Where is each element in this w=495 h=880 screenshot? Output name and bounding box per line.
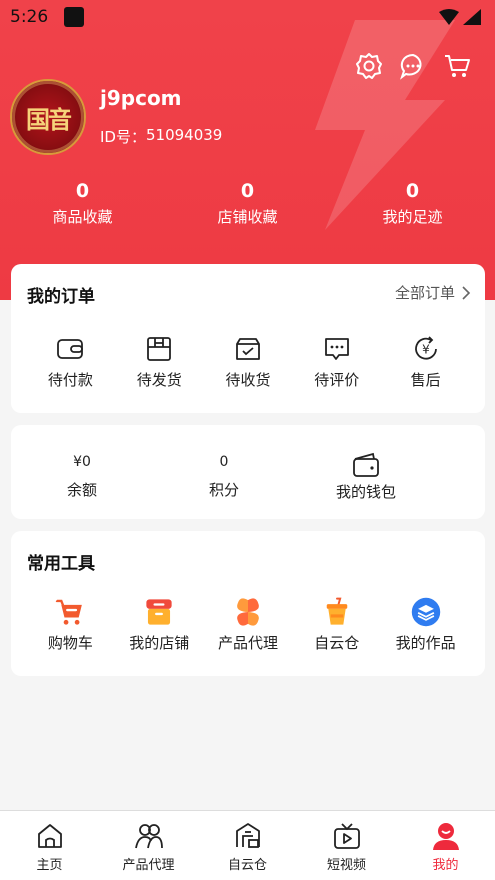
- order-status-label: 待评价: [314, 371, 360, 389]
- stat-value: 0: [240, 180, 255, 202]
- wallet-card: ¥0 余额 0 积分 我的钱包: [11, 425, 485, 519]
- profile-icon: [432, 823, 459, 850]
- clover-icon: [237, 598, 259, 626]
- stat-favorite-stores[interactable]: 0 店铺收藏: [165, 180, 330, 227]
- user-id-value: 51094039: [145, 126, 223, 144]
- tab-home[interactable]: 主页: [0, 811, 99, 880]
- order-after-sales[interactable]: ¥ 售后: [381, 334, 470, 390]
- tool-label: 我的作品: [395, 634, 456, 652]
- svg-text:¥: ¥: [422, 343, 430, 357]
- order-status-row: 待付款 待发货 待收货 待评价 ¥ 售后: [11, 334, 485, 390]
- tab-short-video[interactable]: 短视频: [297, 811, 396, 880]
- user-id: ID号： 51094039: [100, 126, 222, 147]
- tools-card: 常用工具 购物车 我的店铺 产品代理 自云仓 我的作品: [11, 531, 485, 676]
- stat-label: 店铺收藏: [217, 208, 278, 226]
- username: j9pcom: [100, 86, 182, 110]
- points-label: 积分: [208, 481, 239, 499]
- balance-item[interactable]: ¥0 余额: [11, 451, 153, 502]
- tab-me[interactable]: 我的: [396, 811, 495, 880]
- app-notification-icon: [64, 7, 85, 27]
- orders-title: 我的订单: [27, 287, 95, 307]
- cup-icon: [326, 597, 348, 625]
- order-pending-receipt[interactable]: 待收货: [204, 334, 293, 390]
- status-bar: 5:26: [0, 0, 495, 34]
- order-status-label: 待发货: [136, 371, 182, 389]
- tool-cart[interactable]: 购物车: [26, 597, 115, 653]
- order-status-label: 售后: [410, 371, 441, 389]
- tool-label: 产品代理: [217, 634, 278, 652]
- cart-icon: [55, 599, 83, 625]
- signal-icon: [463, 9, 481, 25]
- all-orders-label: 全部订单: [394, 284, 455, 302]
- order-pending-payment[interactable]: 待付款: [26, 334, 115, 390]
- avatar[interactable]: 国音: [10, 79, 86, 155]
- tv-icon: [333, 823, 360, 849]
- stat-label: 商品收藏: [52, 208, 113, 226]
- wallet-icon: [353, 452, 379, 477]
- store-icon: [146, 599, 172, 625]
- package-icon: [147, 337, 172, 361]
- warehouse-icon: [235, 823, 260, 848]
- tab-label: 自云仓: [227, 858, 267, 873]
- tool-my-store[interactable]: 我的店铺: [115, 597, 204, 653]
- tools-title: 常用工具: [27, 554, 95, 574]
- my-wallet-label: 我的钱包: [335, 483, 396, 501]
- balance-value: ¥0: [73, 454, 91, 470]
- header-background: [0, 0, 495, 300]
- order-pending-review[interactable]: 待评价: [292, 334, 381, 390]
- tab-cloud-warehouse[interactable]: 自云仓: [198, 811, 297, 880]
- order-status-label: 待收货: [225, 371, 271, 389]
- tool-product-agent[interactable]: 产品代理: [204, 597, 293, 653]
- balance-label: 余额: [66, 481, 97, 499]
- tab-label: 主页: [36, 858, 63, 873]
- settings-gear-icon[interactable]: [355, 52, 383, 80]
- wallet-row: ¥0 余额 0 积分 我的钱包: [11, 451, 485, 502]
- tab-label: 我的: [432, 858, 459, 873]
- chevron-right-icon: [462, 285, 471, 300]
- tab-label: 短视频: [326, 858, 366, 873]
- tool-my-works[interactable]: 我的作品: [381, 597, 470, 653]
- tab-product-agent[interactable]: 产品代理: [99, 811, 198, 880]
- home-icon: [37, 824, 62, 848]
- order-status-label: 待付款: [47, 371, 93, 389]
- stat-label: 我的足迹: [382, 208, 443, 226]
- user-id-label: ID号：: [100, 128, 146, 146]
- tools-row: 购物车 我的店铺 产品代理 自云仓 我的作品: [11, 597, 485, 653]
- order-pending-shipment[interactable]: 待发货: [115, 334, 204, 390]
- tool-label: 自云仓: [314, 634, 360, 652]
- layers-icon: [411, 597, 440, 627]
- status-indicators: [439, 9, 481, 25]
- my-wallet-item[interactable]: 我的钱包: [295, 451, 437, 502]
- header-actions: [355, 52, 471, 80]
- avatar-logo-text: 国音: [26, 104, 72, 134]
- refund-icon: ¥: [414, 336, 437, 360]
- stat-value: 0: [75, 180, 90, 202]
- inbox-check-icon: [236, 338, 260, 360]
- tool-cloud-warehouse[interactable]: 自云仓: [292, 597, 381, 653]
- bottom-tab-bar: 主页 产品代理 自云仓 短视频 我的: [0, 810, 495, 880]
- stat-footprints[interactable]: 0 我的足迹: [330, 180, 495, 227]
- tool-label: 我的店铺: [129, 634, 190, 652]
- stat-value: 0: [405, 180, 420, 202]
- status-time: 5:26: [10, 7, 49, 27]
- orders-card: 我的订单 全部订单 待付款 待发货 待收货 待评价 ¥ 售后: [11, 264, 485, 413]
- points-item[interactable]: 0 积分: [153, 451, 295, 502]
- wifi-icon: [439, 9, 459, 25]
- message-icon[interactable]: [399, 52, 427, 80]
- tab-label: 产品代理: [122, 858, 175, 873]
- all-orders-link[interactable]: 全部订单: [395, 282, 471, 303]
- wallet-icon: [57, 339, 84, 359]
- points-value: 0: [219, 454, 229, 470]
- profile-stats: 0 商品收藏 0 店铺收藏 0 我的足迹: [0, 180, 495, 227]
- cart-icon[interactable]: [443, 52, 471, 80]
- profile-header: [0, 0, 495, 300]
- tool-label: 购物车: [47, 634, 93, 652]
- stat-favorite-products[interactable]: 0 商品收藏: [0, 180, 165, 227]
- people-icon: [134, 824, 163, 849]
- comment-icon: [324, 338, 349, 360]
